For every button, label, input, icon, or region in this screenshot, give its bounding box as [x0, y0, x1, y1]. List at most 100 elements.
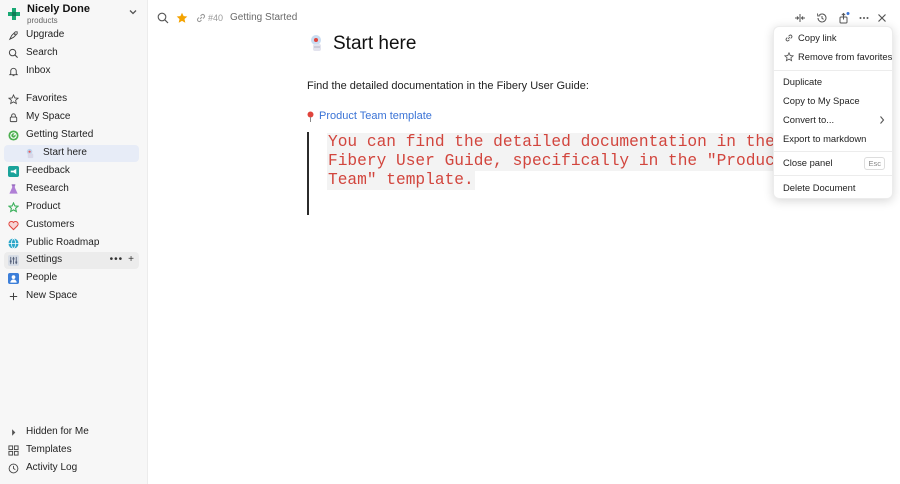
megaphone-icon	[8, 166, 19, 177]
document-options-menu: Copy link Remove from favorites Duplicat…	[773, 26, 894, 199]
sidebar-item-label: Settings	[26, 254, 63, 265]
code-line-2[interactable]: Fibery User Guide, specifically in the "…	[327, 152, 786, 171]
star-outline-icon	[784, 52, 794, 62]
link-icon[interactable]	[195, 12, 207, 24]
sidebar-item-customers[interactable]: Customers	[4, 217, 139, 234]
menu-item-label: Remove from favorites	[798, 51, 893, 62]
sidebar-item-label: Research	[26, 183, 69, 194]
sidebar-item-label: Feedback	[26, 165, 70, 176]
caret-right-icon	[12, 429, 16, 436]
templates-icon	[8, 445, 19, 456]
sidebar-item-label: Activity Log	[26, 462, 78, 473]
chevron-down-icon[interactable]	[128, 7, 138, 17]
sidebar-item-label: People	[26, 272, 58, 283]
menu-item-copy-to-my-space[interactable]: Copy to My Space	[774, 92, 894, 110]
product-team-template-link[interactable]: Product Team template	[319, 110, 432, 122]
code-line-1[interactable]: You can find the detailed documentation …	[327, 133, 776, 152]
sidebar-item-search[interactable]: Search	[4, 45, 139, 62]
sidebar-item-public-roadmap[interactable]: Public Roadmap	[4, 235, 139, 252]
sidebar-item-favorites[interactable]: Favorites	[4, 91, 139, 108]
clock-icon	[8, 463, 19, 474]
document-emoji-icon	[311, 35, 321, 51]
menu-item-copy-link[interactable]: Copy link	[774, 29, 894, 47]
person-icon	[8, 273, 19, 284]
sidebar-item-label: Customers	[26, 219, 75, 230]
document-id: #40	[208, 13, 224, 23]
sidebar-item-label: My Space	[26, 111, 71, 122]
menu-item-convert-to[interactable]: Convert to...	[774, 111, 894, 129]
sidebar-item-inbox[interactable]: Inbox	[4, 63, 139, 80]
rocket-icon	[8, 31, 18, 41]
more-icon[interactable]: •••	[110, 254, 124, 265]
sidebar-item-templates[interactable]: Templates	[4, 442, 139, 459]
sidebar-item-hidden-for-me[interactable]: Hidden for Me	[4, 424, 139, 441]
sidebar-item-label: Upgrade	[26, 29, 65, 40]
sidebar-item-label: Favorites	[26, 93, 68, 104]
menu-item-label: Export to markdown	[783, 133, 867, 144]
menu-divider	[774, 175, 894, 176]
search-icon[interactable]	[157, 12, 169, 24]
menu-item-close-panel[interactable]: Close panel Esc	[774, 154, 894, 172]
sidebar-item-new-space[interactable]: New Space	[4, 288, 139, 305]
getting-started-icon	[8, 130, 19, 141]
settings-row-actions: ••• +	[105, 254, 135, 265]
sidebar-item-label: Search	[26, 47, 58, 58]
breadcrumb[interactable]: Getting Started	[230, 12, 297, 23]
code-line-3[interactable]: Team" template.	[327, 171, 475, 190]
sidebar-item-upgrade[interactable]: Upgrade	[4, 27, 139, 44]
workspace-logo-icon	[8, 8, 20, 20]
shortcut-badge: Esc	[864, 157, 885, 170]
bell-icon	[8, 67, 19, 77]
sidebar-item-label: Inbox	[26, 65, 51, 76]
more-options-icon[interactable]	[858, 12, 870, 24]
menu-item-label: Delete Document	[783, 182, 856, 193]
menu-item-duplicate[interactable]: Duplicate	[774, 73, 894, 91]
sidebar-item-label: Getting Started	[26, 129, 94, 140]
menu-divider	[774, 70, 894, 71]
doc-page-icon	[26, 148, 34, 159]
workspace-subtitle: products	[27, 16, 58, 25]
sidebar-item-settings[interactable]: Settings ••• +	[4, 252, 139, 269]
star-icon	[8, 94, 19, 105]
sidebar-item-label: Start here	[43, 147, 87, 158]
sidebar-item-activity-log[interactable]: Activity Log	[4, 460, 139, 477]
sidebar-item-label: Templates	[26, 444, 72, 455]
menu-item-label: Duplicate	[783, 76, 823, 87]
menu-item-label: Close panel	[783, 157, 833, 168]
heart-icon	[8, 221, 19, 231]
sidebar: Nicely Done products Upgrade Search Inbo…	[0, 0, 148, 484]
sidebar-item-people[interactable]: People	[4, 270, 139, 287]
add-icon[interactable]: +	[128, 254, 135, 265]
blockquote-bar	[307, 132, 309, 215]
workspace-switcher[interactable]: Nicely Done products	[6, 3, 140, 25]
flask-icon	[9, 184, 18, 194]
favorite-star-icon[interactable]	[176, 12, 188, 24]
link-icon	[785, 34, 793, 42]
sidebar-item-start-here[interactable]: Start here	[4, 145, 139, 162]
menu-item-label: Copy link	[798, 32, 837, 43]
sidebar-item-product[interactable]: Product	[4, 199, 139, 216]
lock-icon	[9, 113, 18, 123]
pushpin-icon	[307, 111, 314, 122]
sidebar-item-my-space[interactable]: My Space	[4, 109, 139, 126]
menu-item-delete-document[interactable]: Delete Document	[774, 179, 894, 197]
page-title[interactable]: Start here	[333, 33, 416, 55]
menu-item-label: Convert to...	[783, 114, 835, 125]
sidebar-item-research[interactable]: Research	[4, 181, 139, 198]
expand-width-icon[interactable]	[794, 12, 806, 24]
sidebar-item-label: Product	[26, 201, 61, 212]
menu-item-remove-from-favorites[interactable]: Remove from favorites	[774, 48, 894, 66]
sidebar-item-label: New Space	[26, 290, 78, 301]
share-icon[interactable]	[838, 12, 850, 24]
menu-item-label: Copy to My Space	[783, 95, 860, 106]
history-icon[interactable]	[816, 12, 828, 24]
chevron-right-icon	[880, 116, 885, 124]
sidebar-item-getting-started[interactable]: Getting Started	[4, 127, 139, 144]
close-icon[interactable]	[876, 12, 888, 24]
document-paragraph[interactable]: Find the detailed documentation in the F…	[307, 80, 589, 92]
sidebar-item-feedback[interactable]: Feedback	[4, 163, 139, 180]
plus-icon	[9, 292, 18, 301]
sidebar-item-label: Hidden for Me	[26, 426, 89, 437]
star-outline-icon	[8, 202, 19, 213]
menu-item-export-to-markdown[interactable]: Export to markdown	[774, 130, 894, 148]
